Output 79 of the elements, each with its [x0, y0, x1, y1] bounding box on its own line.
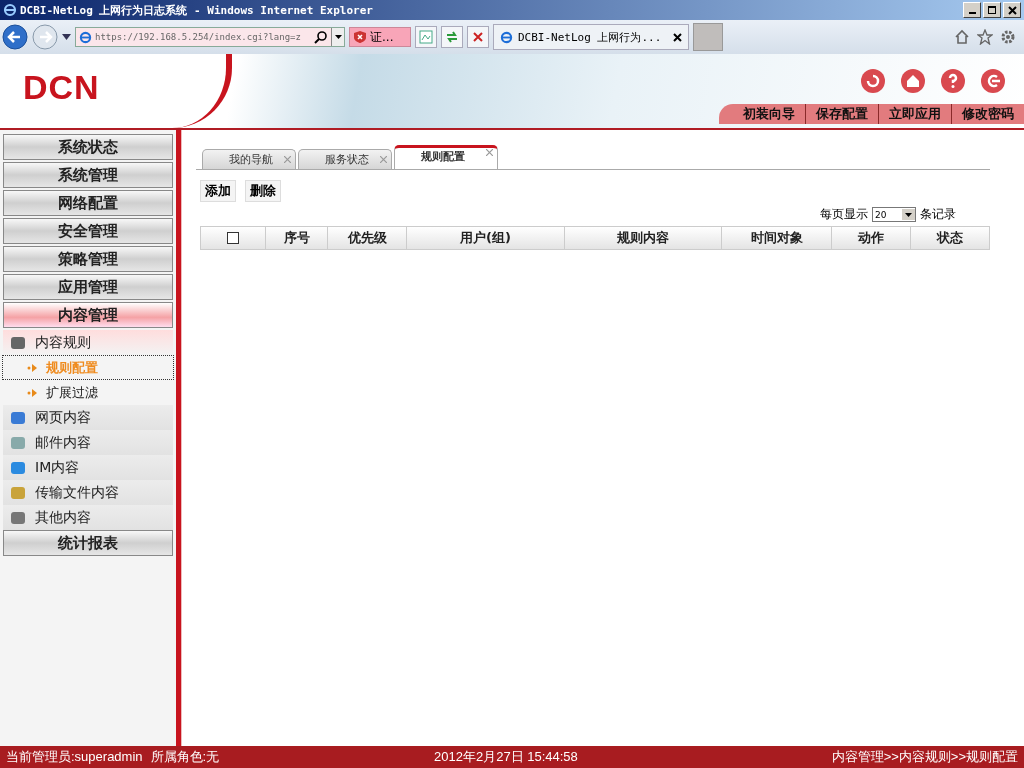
category-icon: [11, 486, 25, 499]
column-header: 规则内容: [564, 227, 721, 249]
help-icon[interactable]: [940, 68, 966, 94]
window-title: DCBI-NetLog 上网行为日志系统 - Windows Internet Explorer: [20, 2, 374, 18]
certificate-error-button[interactable]: 证...: [349, 27, 411, 47]
star-icon[interactable]: [977, 29, 993, 45]
page-icon: [500, 30, 513, 44]
menu-group-button[interactable]: 策略管理: [3, 246, 174, 272]
close-icon: [1007, 5, 1017, 15]
column-header: 优先级: [327, 227, 406, 249]
column-header: 状态: [910, 227, 989, 249]
header-action-link[interactable]: 修改密码: [951, 104, 1024, 124]
page-size-unit: 条记录: [920, 206, 956, 223]
refresh-icon[interactable]: [860, 68, 886, 94]
close-icon: [472, 31, 484, 43]
sidebar-splitter[interactable]: [176, 130, 182, 746]
menu-group-button[interactable]: 应用管理: [3, 274, 174, 300]
menu-item[interactable]: 扩展过滤: [2, 380, 175, 405]
restore-button[interactable]: [983, 2, 1001, 18]
minimize-button[interactable]: [963, 2, 981, 18]
shield-icon: [353, 30, 367, 44]
datetime-label: 2012年2月27日 15:44:58: [433, 748, 579, 766]
browser-icon: [3, 3, 17, 17]
refresh-button[interactable]: [441, 26, 463, 48]
refresh-icon: [445, 30, 459, 44]
address-dropdown-button[interactable]: [331, 28, 344, 46]
menu-group-button[interactable]: 系统管理: [3, 162, 174, 188]
menu-category-item[interactable]: IM内容: [3, 455, 174, 480]
category-icon: [11, 336, 25, 349]
menu-category-item[interactable]: 网页内容: [3, 405, 174, 430]
caret-icon: [905, 212, 912, 217]
page-icon: [79, 30, 92, 44]
header-action-link[interactable]: 初装向导: [733, 104, 805, 124]
browser-tab[interactable]: DCBI-NetLog 上网行为...: [493, 24, 689, 50]
stop-button[interactable]: [467, 26, 489, 48]
chart-icon: [419, 30, 433, 44]
menu-group-button[interactable]: 网络配置: [3, 190, 174, 216]
toolbar-button[interactable]: 添加: [200, 180, 236, 202]
page-size-label: 每页显示: [820, 206, 868, 223]
caret-icon: [334, 35, 342, 39]
toolbar-button[interactable]: 删除: [245, 180, 281, 202]
menu-group-button[interactable]: 内容管理: [3, 302, 174, 328]
search-icon[interactable]: [314, 30, 328, 44]
dropdown-arrow-icon[interactable]: [62, 34, 71, 40]
admin-label: 当前管理员:superadmin: [6, 748, 143, 766]
header-action-link[interactable]: 立即应用: [878, 104, 951, 124]
menu-group-button[interactable]: 系统状态: [3, 134, 174, 160]
home-icon[interactable]: [954, 29, 970, 45]
page-tab[interactable]: 服务状态: [298, 149, 392, 169]
breadcrumb: 内容管理>>内容规则>>规则配置: [831, 748, 1018, 766]
role-label: 所属角色:无: [150, 748, 220, 766]
close-button[interactable]: [1003, 2, 1021, 18]
column-header: 时间对象: [721, 227, 831, 249]
category-icon: [11, 436, 25, 449]
menu-category-item[interactable]: 传输文件内容: [3, 480, 174, 505]
menu-category-item[interactable]: 邮件内容: [3, 430, 174, 455]
arrow-icon: [27, 363, 38, 372]
select-all-checkbox[interactable]: [227, 232, 239, 244]
settings-icon[interactable]: [1000, 29, 1016, 45]
home-icon[interactable]: [900, 68, 926, 94]
header-action-link[interactable]: 保存配置: [805, 104, 878, 124]
menu-group-button[interactable]: 安全管理: [3, 218, 174, 244]
close-icon[interactable]: [673, 32, 682, 42]
menu-category-item[interactable]: 内容规则: [3, 330, 174, 355]
category-icon: [11, 511, 25, 524]
page-tab[interactable]: 我的导航: [202, 149, 296, 169]
back-button[interactable]: [2, 24, 28, 50]
category-icon: [11, 461, 25, 474]
category-icon: [11, 411, 25, 424]
column-header: 用户(组): [406, 227, 564, 249]
address-field[interactable]: https://192.168.5.254/index.cgi?lang=z: [75, 27, 345, 47]
column-header: 序号: [265, 227, 327, 249]
column-header: 动作: [831, 227, 910, 249]
page-size-select[interactable]: 20: [872, 207, 916, 222]
menu-category-item[interactable]: 其他内容: [3, 505, 174, 530]
arrow-icon: [27, 388, 38, 397]
logout-icon[interactable]: [980, 68, 1006, 94]
menu-group-button[interactable]: 统计报表: [3, 530, 174, 556]
page-tab[interactable]: 规则配置: [394, 145, 498, 169]
